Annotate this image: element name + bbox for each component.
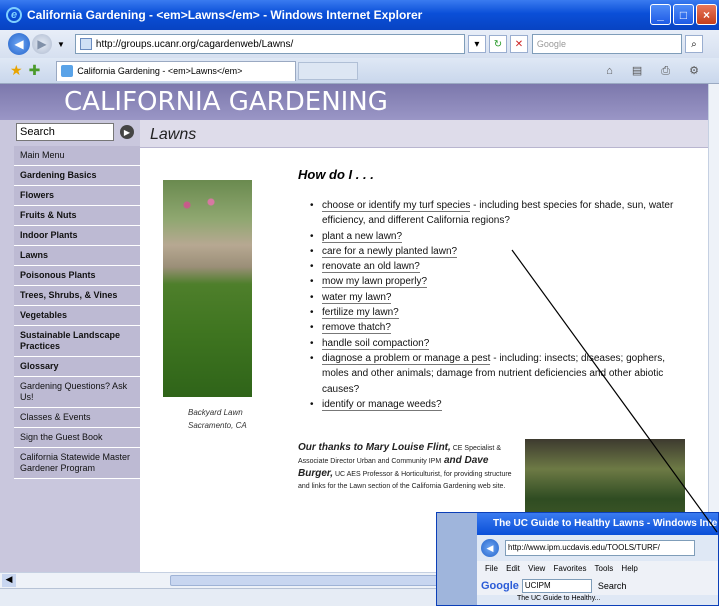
site-search-input[interactable]: Search <box>16 123 114 141</box>
photo-caption: Backyard Lawn Sacramento, CA <box>188 406 247 432</box>
page-icon <box>79 38 92 50</box>
sidebar-nav: Main Menu Gardening Basics Flowers Fruits &… <box>14 146 140 479</box>
minimize-button[interactable]: _ <box>650 4 671 25</box>
page-viewport: CALIFORNIA GARDENING Search ▶ Main Menu G… <box>0 84 708 572</box>
address-url: http://groups.ucanr.org/cagardenweb/Lawn… <box>95 38 294 50</box>
question-item: diagnose a problem or manage a pest - in… <box>308 351 688 397</box>
google-toolbar: Google UCIPM Search <box>477 577 718 595</box>
sidebar-item[interactable]: Vegetables <box>14 306 140 326</box>
question-link[interactable]: plant a new lawn? <box>322 230 403 243</box>
photo-caption-line2: Sacramento, CA <box>188 421 247 430</box>
sidebar-item[interactable]: Classes & Events <box>14 408 140 428</box>
refresh-icon[interactable]: ↻ <box>488 35 507 53</box>
tab-california-gardening[interactable]: California Gardening - <em>Lawns</em> <box>56 60 297 81</box>
second-window-tab[interactable]: The UC Guide to Healthy... <box>477 595 718 605</box>
question-item: plant a new lawn? <box>308 229 688 244</box>
sidebar-item[interactable]: Sign the Guest Book <box>14 428 140 448</box>
question-link[interactable]: fertilize my lawn? <box>322 307 399 320</box>
close-button[interactable]: × <box>696 4 717 25</box>
ie-logo-icon: e <box>6 7 22 23</box>
question-link[interactable]: handle soil compaction? <box>322 337 430 350</box>
back-button[interactable]: ◀ <box>8 33 30 55</box>
question-item: mow my lawn properly? <box>308 274 688 290</box>
google-logo: Google <box>481 580 519 592</box>
sidebar-item[interactable]: California Statewide Master Gardener Pro… <box>14 448 140 479</box>
second-window-menu[interactable]: File Edit View Favorites Tools Help <box>477 561 718 577</box>
acknowledgement: Our thanks to Mary Louise Flint, CE Spec… <box>298 442 513 493</box>
page-title: Lawns <box>150 126 197 143</box>
sidebar-item[interactable]: Glossary <box>14 357 140 377</box>
scroll-left-icon[interactable]: ◀ <box>2 574 16 587</box>
question-link[interactable]: care for a newly planted lawn? <box>322 245 458 258</box>
sidebar-item[interactable]: Fruits & Nuts <box>14 206 140 226</box>
question-list: choose or identify my turf species - inc… <box>308 198 688 412</box>
tab-favicon-icon <box>61 65 74 77</box>
forward-button[interactable]: ▶ <box>32 34 52 54</box>
question-item: remove thatch? <box>308 320 688 336</box>
question-link[interactable]: renovate an old lawn? <box>322 261 420 274</box>
favorites-star-icon[interactable]: ★ <box>10 62 23 79</box>
site-banner: CALIFORNIA GARDENING <box>0 84 708 120</box>
search-input[interactable]: Google <box>531 34 682 54</box>
address-dropdown-icon[interactable]: ▾ <box>467 35 486 53</box>
google-search-button[interactable]: Search <box>598 581 627 591</box>
sidebar-item[interactable]: Poisonous Plants <box>14 266 140 286</box>
question-item: care for a newly planted lawn? <box>308 244 688 259</box>
question-link[interactable]: water my lawn? <box>322 291 392 304</box>
sidebar-item[interactable]: Gardening Questions? Ask Us! <box>14 377 140 408</box>
sidebar-item[interactable]: Flowers <box>14 186 140 206</box>
second-back-button[interactable]: ◀ <box>481 539 499 557</box>
second-address-field[interactable]: http://www.ipm.ucdavis.edu/TOOLS/TURF/ <box>505 540 695 556</box>
maximize-button[interactable]: □ <box>673 4 694 25</box>
search-icon[interactable]: ⌕ <box>684 35 703 53</box>
question-link[interactable]: choose or identify my turf species <box>322 200 471 212</box>
google-search-input[interactable]: UCIPM <box>521 579 592 593</box>
question-link[interactable]: remove thatch? <box>322 322 391 335</box>
address-field[interactable]: http://groups.ucanr.org/cagardenweb/Lawn… <box>74 34 465 54</box>
second-browser-window[interactable]: The UC Guide to Healthy Lawns - Windows … <box>436 512 719 606</box>
window-title: California Gardening - <em>Lawns</em> - … <box>27 8 423 22</box>
question-link[interactable]: mow my lawn properly? <box>322 276 428 289</box>
question-item: handle soil compaction? <box>308 336 688 351</box>
tab-bar: ★ ✚ California Gardening - <em>Lawns</em… <box>0 58 719 84</box>
sidebar-item[interactable]: Trees, Shrubs, & Vines <box>14 286 140 306</box>
question-link[interactable]: diagnose a problem or manage a pest <box>322 352 491 365</box>
stop-icon[interactable]: ✕ <box>509 35 528 53</box>
sidebar-item[interactable]: Lawns <box>14 246 140 266</box>
lawn-photo <box>163 180 252 397</box>
vertical-scrollbar[interactable] <box>708 84 719 572</box>
window-title-bar: e California Gardening - <em>Lawns</em> … <box>0 0 719 30</box>
address-toolbar: ◀ ▶ ▼ http://groups.ucanr.org/cagardenwe… <box>0 30 719 58</box>
section-header: Lawns <box>140 120 708 148</box>
question-item: renovate an old lawn? <box>308 259 688 275</box>
thanks-name-1: Our thanks to Mary Louise Flint, <box>298 442 451 453</box>
sidebar-item[interactable]: Gardening Basics <box>14 166 140 186</box>
sidebar-item[interactable]: Sustainable Landscape Practices <box>14 326 140 357</box>
new-tab-button[interactable] <box>298 61 359 80</box>
question-item: identify or manage weeds? <box>308 397 688 412</box>
question-link[interactable]: identify or manage weeds? <box>322 398 442 411</box>
sidebar-item[interactable]: Main Menu <box>14 146 140 166</box>
question-item: fertilize my lawn? <box>308 305 688 321</box>
sidebar-item[interactable]: Indoor Plants <box>14 226 140 246</box>
tab-title: California Gardening - <em>Lawns</em> <box>77 66 243 76</box>
add-favorites-icon[interactable]: ✚ <box>29 62 41 79</box>
second-window-sidebar <box>437 513 477 605</box>
command-bar-icons[interactable]: ⌂ ▤ ⎙ ⚙ <box>606 64 707 78</box>
history-dropdown-icon[interactable]: ▼ <box>57 40 65 49</box>
how-do-i-heading: How do I . . . <box>298 167 374 182</box>
second-window-title: The UC Guide to Healthy Lawns - Windows … <box>477 513 718 535</box>
search-go-button[interactable]: ▶ <box>120 125 134 139</box>
sidebar: Search ▶ Main Menu Gardening Basics Flower… <box>0 120 140 572</box>
photo-caption-line1: Backyard Lawn <box>188 408 243 417</box>
second-window-address-bar: ◀ http://www.ipm.ucdavis.edu/TOOLS/TURF/ <box>477 535 718 561</box>
question-item: water my lawn? <box>308 290 688 305</box>
question-item: choose or identify my turf species - inc… <box>308 198 688 229</box>
